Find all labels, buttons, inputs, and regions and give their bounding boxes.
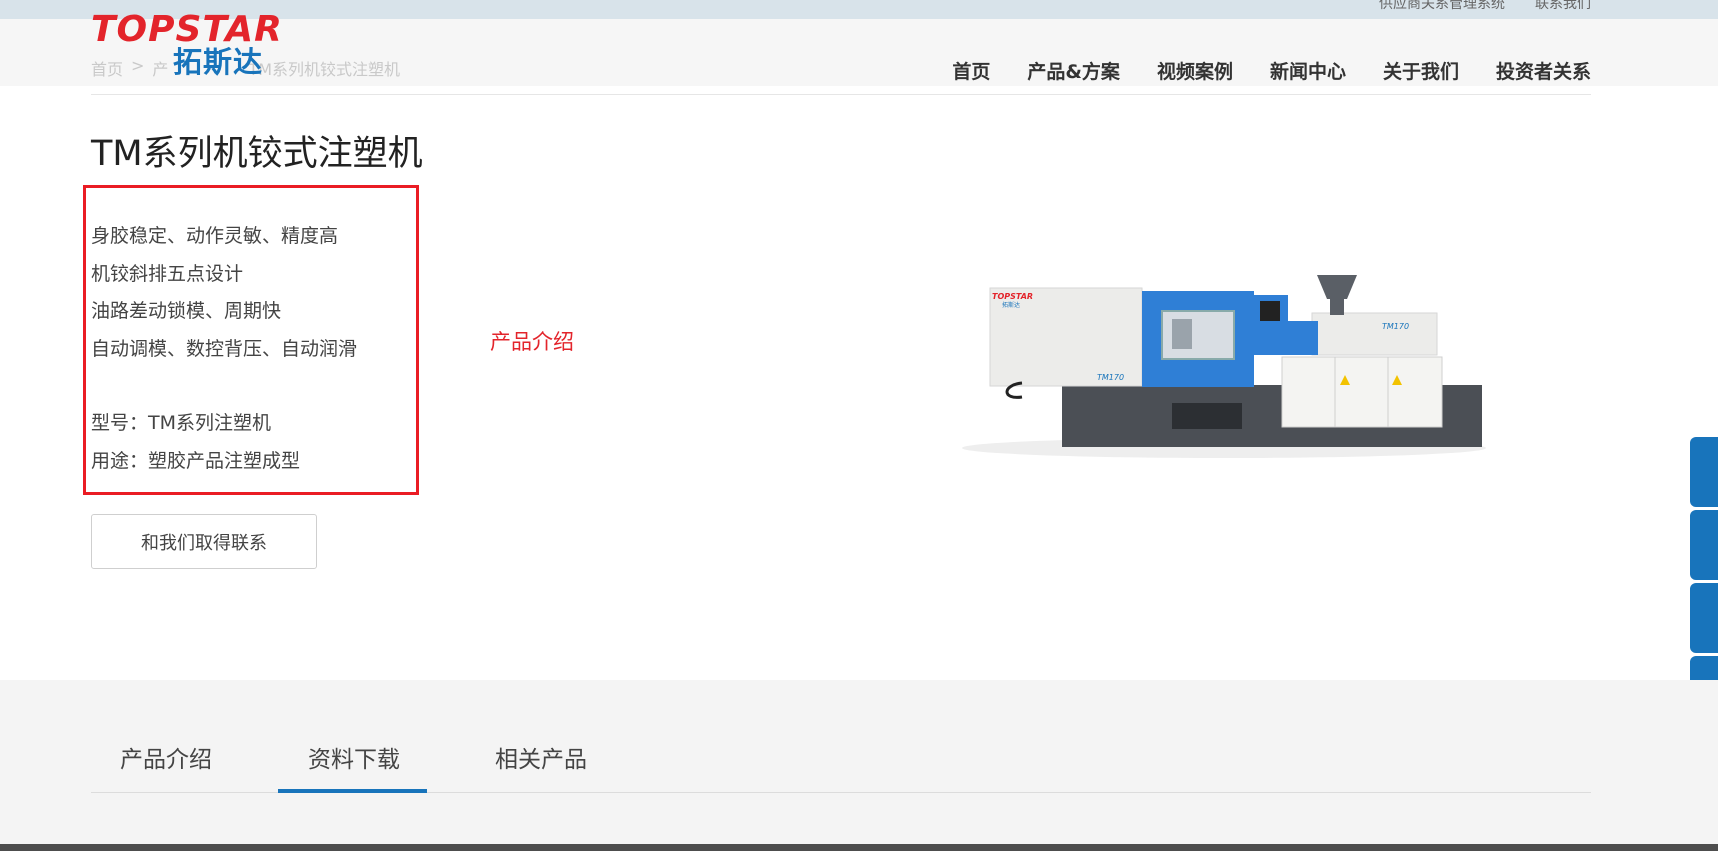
feature-item: 机铰斜排五点设计 (91, 262, 244, 285)
machine-logo-cn: 拓斯达 (1002, 301, 1020, 309)
utility-links: 供应商关系管理系统 联系我们 (1379, 0, 1591, 13)
product-model: 型号：TM系列注塑机 (91, 412, 271, 434)
nav-item-news[interactable]: 新闻中心 (1270, 57, 1346, 84)
feature-item: 油路差动锁模、周期快 (91, 300, 282, 322)
side-float-tab-1[interactable] (1690, 437, 1718, 507)
footer-edge (0, 844, 1718, 851)
product-usage: 用途：塑胶产品注塑成型 (91, 449, 301, 472)
header: 首页 > 产 TM系列机铰式注塑机 TOPSTAR 拓斯达 首页 产品&方案 视… (0, 9, 1718, 95)
product-tabs: 产品介绍 资料下载 相关产品 (91, 680, 1591, 793)
injection-molding-machine-image: TOPSTAR 拓斯达 TM170 TM170 (962, 275, 1486, 458)
header-divider (91, 94, 1591, 95)
logo-cn-text: 拓斯达 (173, 45, 264, 79)
topstar-logo[interactable]: TOPSTAR 拓斯达 (91, 9, 301, 81)
tab-product-intro[interactable]: 产品介绍 (120, 740, 212, 774)
nav-item-home[interactable]: 首页 (952, 57, 990, 84)
main-nav: 首页 产品&方案 视频案例 新闻中心 关于我们 投资者关系 (952, 57, 1591, 84)
side-float-tab-3[interactable] (1690, 583, 1718, 653)
supplier-system-link[interactable]: 供应商关系管理系统 (1379, 0, 1505, 13)
machine-logo-text: TOPSTAR (992, 292, 1033, 301)
tab-downloads[interactable]: 资料下载 (308, 740, 400, 774)
feature-item: 自动调模、数控背压、自动润滑 (91, 337, 358, 360)
page: 供应商关系管理系统 联系我们 首页 > 产 TM系列机铰式注塑机 TOPSTAR… (0, 0, 1718, 851)
nav-item-products[interactable]: 产品&方案 (1027, 57, 1120, 84)
nav-item-videos[interactable]: 视频案例 (1157, 57, 1233, 84)
product-tabs-section: 产品介绍 资料下载 相关产品 (0, 680, 1718, 851)
product-title: TM系列机铰式注塑机 (91, 134, 423, 174)
feature-list: 身胶稳定、动作灵敏、精度高 机铰斜排五点设计 油路差动锁模、周期快 自动调模、数… (91, 218, 357, 480)
contact-us-button[interactable]: 和我们取得联系 (91, 514, 317, 569)
contact-us-link[interactable]: 联系我们 (1535, 0, 1591, 13)
tab-related-products[interactable]: 相关产品 (495, 740, 587, 774)
nav-item-investors[interactable]: 投资者关系 (1496, 57, 1591, 84)
annotation-label: 产品介绍 (490, 330, 574, 354)
machine-model-right: TM170 (1382, 322, 1409, 331)
side-float-tab-2[interactable] (1690, 510, 1718, 580)
nav-item-about[interactable]: 关于我们 (1383, 57, 1459, 84)
feature-item: 身胶稳定、动作灵敏、精度高 (91, 225, 339, 247)
active-tab-indicator (278, 789, 427, 793)
machine-model-left: TM170 (1097, 373, 1124, 382)
feature-spacer (91, 368, 357, 405)
